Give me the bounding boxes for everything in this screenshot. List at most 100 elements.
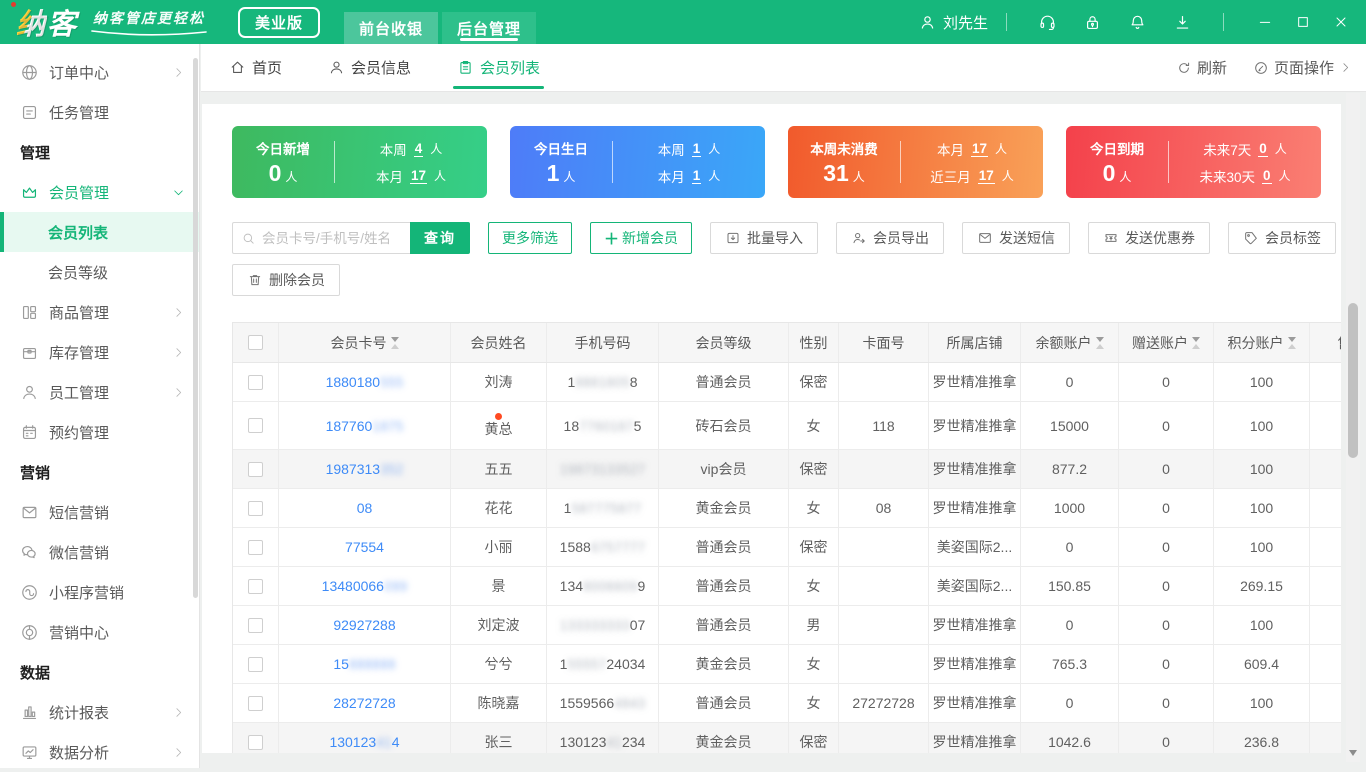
scrollbar-thumb[interactable] xyxy=(1348,303,1358,458)
sidebar-item-statistics[interactable]: 统计报表 xyxy=(0,692,199,732)
row-checkbox[interactable] xyxy=(248,578,263,594)
add-member-button[interactable]: ＋新增会员 xyxy=(590,222,693,254)
sidebar-item-miniprogram-marketing[interactable]: 小程序营销 xyxy=(0,572,199,612)
row-checkbox[interactable] xyxy=(248,461,263,477)
col-points[interactable]: 积分账户 xyxy=(1214,323,1310,362)
row-checkbox[interactable] xyxy=(248,656,263,672)
page-operations-button[interactable]: 页面操作 xyxy=(1253,57,1352,78)
member-card-link[interactable]: 1877601875 xyxy=(326,418,404,434)
stat-link[interactable]: 近三月 17 人 xyxy=(930,166,1014,186)
member-card-link[interactable]: 130123414 xyxy=(329,734,399,750)
member-card-link[interactable]: 77554 xyxy=(345,539,384,555)
table-row[interactable]: 1877601875 黄总 18 7760187 5 砖石会员 女 118 罗世精准… xyxy=(233,402,1341,450)
stat-link[interactable]: 本月 17 人 xyxy=(376,166,446,186)
member-card-link[interactable]: 15888888 xyxy=(333,656,395,672)
table-row[interactable]: 77554 小丽 1588 6757777 普通会员 保密 美姿国际2... 0 … xyxy=(233,528,1341,567)
sidebar-item-data-analysis[interactable]: 数据分析 xyxy=(0,732,199,772)
stat-link[interactable]: 本月 1 人 xyxy=(658,166,721,186)
batch-import-button[interactable]: 批量导入 xyxy=(710,222,819,254)
card-birthday-today[interactable]: 今日生日 1人 本周 1 人 本月 1 人 xyxy=(510,126,765,198)
table-row[interactable]: 1987313352 五五 19873133527 vip会员 保密 罗世精准推… xyxy=(233,450,1341,489)
select-all-checkbox[interactable] xyxy=(248,335,263,350)
send-sms-button[interactable]: 发送短信 xyxy=(962,222,1071,254)
sidebar-item-booking-manage[interactable]: 预约管理 xyxy=(0,412,199,452)
search-input[interactable] xyxy=(262,230,402,246)
sidebar-item-order-center[interactable]: 订单中心 xyxy=(0,52,199,92)
edition-badge[interactable]: 美业版 xyxy=(238,6,321,38)
gender-cell: 女 xyxy=(789,489,839,527)
row-checkbox[interactable] xyxy=(248,734,263,750)
stat-link[interactable]: 未来7天 0 人 xyxy=(1203,139,1287,159)
download-icon[interactable] xyxy=(1173,13,1192,32)
row-checkbox[interactable] xyxy=(248,500,263,516)
stat-link[interactable]: 未来30天 0 人 xyxy=(1199,166,1290,186)
table-row[interactable]: 28272728 陈晓嘉 1559566 4843 普通会员 女 27272728… xyxy=(233,684,1341,723)
minimize-button[interactable] xyxy=(1250,8,1280,36)
search-button[interactable]: 查询 xyxy=(410,222,470,254)
sidebar-item-task-manage[interactable]: 任务管理 xyxy=(0,92,199,132)
sidebar-item-goods-manage[interactable]: 商品管理 xyxy=(0,292,199,332)
sort-icon[interactable] xyxy=(1192,336,1200,349)
stat-link[interactable]: 本周 1 人 xyxy=(658,139,721,159)
card-no-consume-week[interactable]: 本周未消费 31 人 本月 17 人 近三月 17 人 xyxy=(788,126,1043,198)
row-checkbox[interactable] xyxy=(248,695,263,711)
tab-home[interactable]: 首页 xyxy=(229,44,282,91)
stat-link[interactable]: 本月 17 人 xyxy=(937,139,1007,159)
send-coupon-button[interactable]: 发送优惠券 xyxy=(1088,222,1211,254)
gift-cell: 0 xyxy=(1119,684,1214,722)
main-scrollbar[interactable] xyxy=(1346,93,1360,762)
table-row[interactable]: 08 花花 1 587775877 黄金会员 女 08 罗世精准推拿 1000 0… xyxy=(233,489,1341,528)
maximize-button[interactable] xyxy=(1288,8,1318,36)
col-gift[interactable]: 赠送账户 xyxy=(1119,323,1214,362)
table-row[interactable]: 15888888 兮兮 1 55557 24034 黄金会员 女 罗世精准推拿 76… xyxy=(233,645,1341,684)
user-menu[interactable]: 刘先生 xyxy=(918,12,988,33)
tab-member-list[interactable]: 会员列表 xyxy=(453,44,545,91)
member-export-button[interactable]: 会员导出 xyxy=(836,222,945,254)
delete-member-button[interactable]: 删除会员 xyxy=(232,264,340,296)
stat-link[interactable]: 本周 4 人 xyxy=(380,139,443,159)
member-card-link[interactable]: 1987313352 xyxy=(326,461,404,477)
sort-icon[interactable] xyxy=(1287,336,1296,349)
col-member-card[interactable]: 会员卡号 xyxy=(279,323,451,362)
store-cell: 罗世精准推拿 xyxy=(929,450,1021,488)
sidebar-item-marketing-center[interactable]: 营销中心 xyxy=(0,612,199,652)
table-row[interactable]: 130123414 张三 130123 41 234 黄金会员 保密 罗世精准推拿 … xyxy=(233,723,1341,753)
sidebar-item-member-list[interactable]: 会员列表 xyxy=(0,212,199,252)
member-tag-button[interactable]: 会员标签 xyxy=(1228,222,1337,254)
table-row[interactable]: 1880180555 刘涛 1 8881805 8 普通会员 保密 罗世精准推拿 0… xyxy=(233,363,1341,402)
more-filter-button[interactable]: 更多筛选 xyxy=(488,222,572,254)
row-checkbox[interactable] xyxy=(248,374,263,390)
member-card-link[interactable]: 1880180555 xyxy=(326,374,404,390)
tab-member-info[interactable]: 会员信息 xyxy=(328,44,411,91)
sidebar-scrollbar[interactable] xyxy=(193,58,198,598)
card-new-today[interactable]: 今日新增 0人 本周 4 人 本月 17 人 xyxy=(232,126,487,198)
tab-front-cashier[interactable]: 前台收银 xyxy=(344,12,439,44)
sidebar-item-member-manage[interactable]: 会员管理 xyxy=(0,172,199,212)
bell-icon[interactable] xyxy=(1128,13,1147,32)
member-card-link[interactable]: 92927288 xyxy=(333,617,395,633)
sidebar-item-staff-manage[interactable]: 员工管理 xyxy=(0,372,199,412)
scrollbar-down-arrow[interactable] xyxy=(1349,750,1357,756)
lock-icon[interactable] xyxy=(1083,13,1102,32)
table-row[interactable]: 13480066099 景 134 8006609 9 普通会员 女 美姿国际2..… xyxy=(233,567,1341,606)
member-card-link[interactable]: 13480066099 xyxy=(322,578,408,594)
sidebar-item-sms-marketing[interactable]: 短信营销 xyxy=(0,492,199,532)
sidebar-item-member-level[interactable]: 会员等级 xyxy=(0,252,199,292)
row-checkbox[interactable] xyxy=(248,539,263,555)
member-card-link[interactable]: 28272728 xyxy=(333,695,395,711)
row-checkbox[interactable] xyxy=(248,617,263,633)
sort-icon[interactable] xyxy=(1095,336,1104,349)
headset-icon[interactable] xyxy=(1038,13,1057,32)
card-expire-today[interactable]: 今日到期 0人 未来7天 0 人 未来30天 0 人 xyxy=(1066,126,1321,198)
close-button[interactable] xyxy=(1326,8,1356,36)
member-card-link[interactable]: 08 xyxy=(357,500,373,516)
col-balance[interactable]: 余额账户 xyxy=(1021,323,1119,362)
globe-icon xyxy=(20,63,39,82)
tab-back-admin[interactable]: 后台管理 xyxy=(442,12,537,44)
sort-icon[interactable] xyxy=(390,336,399,349)
refresh-button[interactable]: 刷新 xyxy=(1176,57,1227,78)
row-checkbox[interactable] xyxy=(248,418,263,433)
table-row[interactable]: 92927288 刘定波 133333333 07 普通会员 男 罗世精准推拿 0… xyxy=(233,606,1341,645)
sidebar-item-wechat-marketing[interactable]: 微信营销 xyxy=(0,532,199,572)
sidebar-item-stock-manage[interactable]: 库存管理 xyxy=(0,332,199,372)
